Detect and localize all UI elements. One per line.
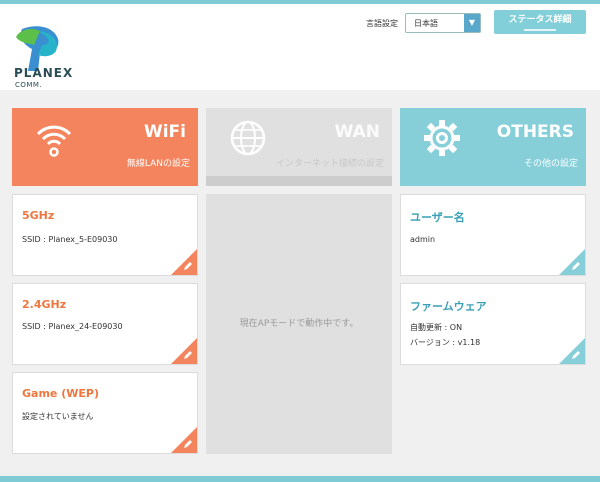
card-firmware-autoupdate: 自動更新 : ON: [410, 323, 463, 332]
pencil-icon[interactable]: [570, 260, 582, 272]
card-game-wep[interactable]: Game (WEP) 設定されていません: [12, 372, 198, 454]
gear-icon: [424, 120, 460, 156]
card-5ghz-title: 5GHz: [22, 209, 55, 222]
chevron-down-icon: ▼: [464, 14, 480, 32]
ap-mode-message: 現在APモードで動作中です。: [239, 319, 359, 329]
tile-others-subtitle: その他の設定: [523, 159, 578, 169]
language-value: 日本語: [414, 19, 438, 28]
tile-wan: WAN インターネット接続の設定: [206, 108, 392, 186]
card-5ghz-ssid: SSID : Planex_5-E09030: [22, 235, 118, 244]
pencil-icon[interactable]: [182, 349, 194, 361]
card-firmware-version: バージョン : v1.18: [410, 338, 481, 347]
tile-others[interactable]: OTHERS その他の設定: [400, 108, 586, 186]
pencil-icon[interactable]: [182, 438, 194, 450]
card-24ghz-title: 2.4GHz: [22, 298, 67, 311]
brand-name: PLANEX: [14, 66, 74, 80]
header: PLANEX COMM. 言語設定 日本語 ▼ ステータス詳細: [0, 4, 600, 90]
tile-wifi-subtitle: 無線LANの設定: [126, 159, 190, 169]
tile-wan-bar: [206, 176, 392, 186]
card-24ghz[interactable]: 2.4GHz SSID : Planex_24-E09030: [12, 283, 198, 365]
wifi-icon: [36, 125, 72, 157]
card-game-title: Game (WEP): [22, 387, 99, 400]
status-detail-label: ステータス詳細: [508, 15, 572, 25]
card-username[interactable]: ユーザー名 admin: [400, 194, 586, 276]
status-underline: [524, 29, 556, 31]
card-game-status: 設定されていません: [22, 412, 94, 421]
bottom-accent-bar: [0, 476, 600, 482]
globe-icon: [230, 120, 266, 156]
tile-others-title: OTHERS: [496, 122, 574, 142]
card-username-value: admin: [410, 235, 436, 244]
tile-wifi-title: WiFi: [143, 122, 186, 142]
tile-wan-title: WAN: [334, 122, 380, 142]
language-label: 言語設定: [366, 19, 398, 28]
status-detail-button[interactable]: ステータス詳細: [494, 10, 586, 34]
card-5ghz[interactable]: 5GHz SSID : Planex_5-E09030: [12, 194, 198, 276]
wan-panel: 現在APモードで動作中です。: [206, 194, 392, 454]
tile-wan-subtitle: インターネット接続の設定: [275, 159, 384, 169]
card-24ghz-ssid: SSID : Planex_24-E09030: [22, 322, 123, 331]
pencil-icon[interactable]: [570, 349, 582, 361]
card-firmware[interactable]: ファームウェア 自動更新 : ON バージョン : v1.18: [400, 283, 586, 365]
brand-sub: COMM.: [15, 81, 43, 89]
card-firmware-title: ファームウェア: [410, 300, 487, 313]
card-username-title: ユーザー名: [410, 211, 465, 224]
language-select[interactable]: 日本語 ▼: [405, 13, 481, 33]
tile-wifi[interactable]: WiFi 無線LANの設定: [12, 108, 198, 186]
pencil-icon[interactable]: [182, 260, 194, 272]
